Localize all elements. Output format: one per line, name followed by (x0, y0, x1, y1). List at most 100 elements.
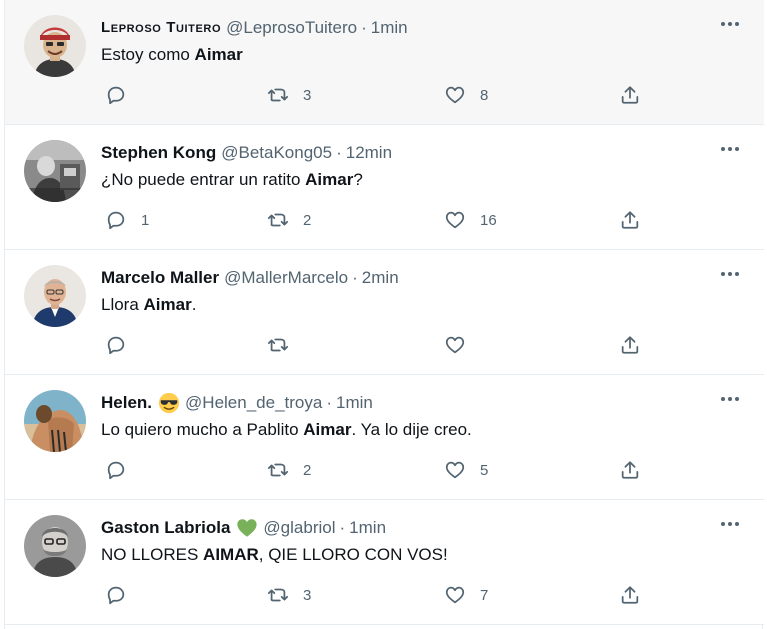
tweet-actions: 3 7 (101, 582, 641, 608)
more-options-button[interactable] (716, 139, 744, 159)
share-button[interactable] (619, 332, 641, 358)
more-options-button[interactable] (716, 514, 744, 534)
tweet-text-part: NO LLORES (101, 545, 204, 564)
display-name[interactable]: Gaston Labriola (101, 517, 230, 539)
retweet-button[interactable] (267, 332, 303, 358)
retweet-button[interactable]: 2 (267, 207, 311, 233)
share-button[interactable] (619, 457, 641, 483)
tweet-text-highlight: Aimar (303, 420, 352, 439)
timestamp[interactable]: 12min (346, 142, 392, 164)
retweet-button[interactable]: 3 (267, 82, 311, 108)
tweet-actions: 3 8 (101, 82, 641, 108)
like-icon (445, 336, 465, 354)
timestamp[interactable]: 2min (362, 267, 399, 289)
user-handle[interactable]: @glabriol (263, 517, 335, 539)
user-handle[interactable]: @MallerMarcelo (224, 267, 348, 289)
avatar[interactable] (24, 15, 86, 77)
like-button[interactable]: 7 (444, 582, 488, 608)
tweet-actions: 1 2 16 (101, 207, 641, 233)
more-options-button[interactable] (716, 14, 744, 34)
share-icon (621, 211, 639, 229)
reply-button[interactable] (105, 457, 141, 483)
like-icon (445, 586, 465, 604)
like-button[interactable]: 16 (444, 207, 497, 233)
retweet-count: 3 (303, 586, 312, 604)
reply-button[interactable] (105, 582, 141, 608)
tweet-text: Lo quiero mucho a Pablito Aimar. Ya lo d… (101, 419, 472, 441)
retweet-button[interactable]: 2 (267, 457, 311, 483)
tweet-text: Estoy como Aimar (101, 44, 243, 66)
separator: · (361, 18, 367, 37)
user-handle[interactable]: @BetaKong05 (221, 142, 332, 164)
share-icon (621, 336, 639, 354)
tweet-text-part: Estoy como (101, 45, 195, 64)
tweet-text-part: ¿No puede entrar un ratito (101, 170, 306, 189)
separator: · (339, 518, 346, 537)
retweet-icon (267, 338, 289, 352)
like-count: 7 (480, 586, 489, 604)
tweet-text-highlight: AIMAR (203, 545, 259, 564)
retweet-count: 2 (303, 211, 312, 229)
tweet[interactable]: Helen. @Helen_de_troya · 1min Lo quiero … (5, 375, 764, 500)
user-handle[interactable]: @Helen_de_troya (185, 392, 322, 414)
avatar[interactable] (24, 265, 86, 327)
share-button[interactable] (619, 582, 641, 608)
display-name[interactable]: Helen. (101, 392, 152, 414)
like-count: 8 (480, 86, 489, 104)
reply-icon (107, 461, 125, 480)
avatar[interactable] (24, 140, 86, 202)
retweet-button[interactable]: 3 (267, 582, 311, 608)
like-icon (445, 461, 465, 479)
retweet-icon (267, 463, 289, 477)
reply-button[interactable] (105, 332, 141, 358)
display-name[interactable]: Leproso Tuitero (101, 17, 221, 39)
avatar[interactable] (24, 390, 86, 452)
retweet-icon (267, 88, 289, 102)
tweet-text-part: . (191, 295, 197, 314)
separator: · (352, 268, 358, 287)
retweet-count: 3 (303, 86, 312, 104)
more-icon (721, 397, 739, 401)
tweet-actions: 2 5 (101, 457, 641, 483)
share-button[interactable] (619, 82, 641, 108)
tweet-text-highlight: Aimar (194, 45, 243, 64)
tweet-text-highlight: Aimar (143, 295, 192, 314)
like-button[interactable]: 5 (444, 457, 488, 483)
user-handle[interactable]: @LeprosoTuitero (226, 17, 357, 39)
reply-icon (107, 586, 125, 605)
tweet-header: Stephen Kong @BetaKong05 · 12min (101, 142, 392, 164)
separator: · (326, 393, 332, 412)
retweet-count: 2 (303, 461, 312, 479)
tweet-text-part: . Ya lo dije creo. (351, 420, 472, 439)
tweet[interactable]: Gaston Labriola @glabriol · 1min NO LLOR… (5, 500, 764, 625)
tweet-header: Helen. @Helen_de_troya · 1min (101, 392, 373, 414)
tweet[interactable]: Leproso Tuitero @LeprosoTuitero · 1min E… (5, 0, 764, 125)
display-name[interactable]: Marcelo Maller (101, 267, 219, 289)
tweet-text-part: ? (353, 170, 363, 189)
avatar[interactable] (24, 515, 86, 577)
separator: · (336, 143, 342, 162)
smiling-face-with-sunglasses-emoji (158, 392, 180, 414)
more-options-button[interactable] (716, 389, 744, 409)
like-count: 5 (480, 461, 489, 479)
timestamp[interactable]: 1min (349, 517, 386, 539)
tweet[interactable]: Marcelo Maller @MallerMarcelo · 2min Llo… (5, 250, 764, 375)
tweet-text-part: , QIE LLORO CON VOS! (258, 545, 448, 564)
timestamp[interactable]: 1min (371, 17, 408, 39)
like-count: 16 (480, 211, 497, 229)
more-icon (721, 272, 739, 276)
share-button[interactable] (619, 207, 641, 233)
reply-button[interactable]: 1 (105, 207, 149, 233)
timestamp[interactable]: 1min (336, 392, 373, 414)
tweet-feed: Leproso Tuitero @LeprosoTuitero · 1min E… (4, 0, 764, 629)
tweet-header: Gaston Labriola @glabriol · 1min (101, 517, 386, 539)
display-name[interactable]: Stephen Kong (101, 142, 216, 164)
tweet-text: Llora Aimar. (101, 294, 196, 316)
like-icon (445, 86, 465, 104)
share-icon (621, 586, 639, 604)
like-button[interactable]: 8 (444, 82, 488, 108)
reply-button[interactable] (105, 82, 141, 108)
like-button[interactable] (444, 332, 480, 358)
tweet[interactable]: Stephen Kong @BetaKong05 · 12min ¿No pue… (5, 125, 764, 250)
more-options-button[interactable] (716, 264, 744, 284)
